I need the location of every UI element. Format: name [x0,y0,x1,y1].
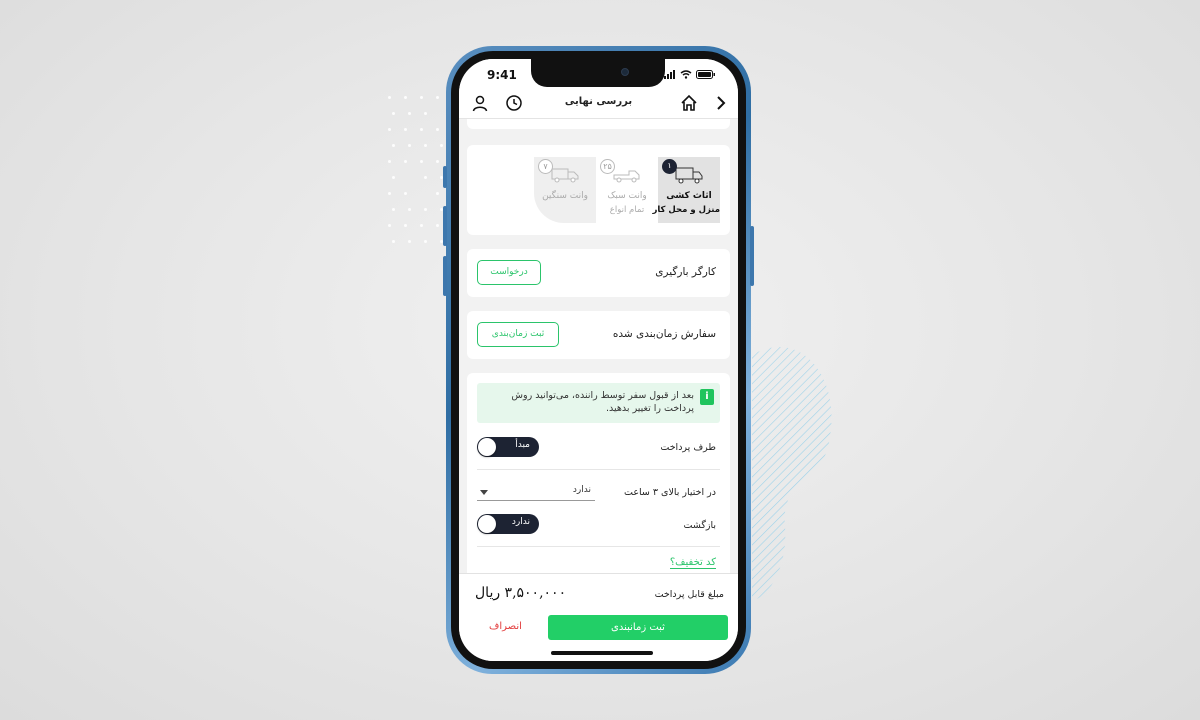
scheduled-order-card: سفارش زمان‌بندی شده ثبت زمان‌بندی [467,311,730,359]
decorative-dot [408,240,411,243]
decorative-dot [424,176,427,179]
cancel-button[interactable]: انصراف [489,621,522,632]
vehicle-title: وانت سنگین [534,191,596,201]
chevron-down-icon [480,490,488,495]
loader-worker-card: کارگر بارگیری درخواست [467,249,730,297]
payment-info-box: i بعد از قبول سفر توسط راننده، می‌توانید… [477,383,720,423]
register-schedule-button[interactable]: ثبت زمان‌بندی [477,322,559,347]
loader-worker-label: کارگر بارگیری [655,266,716,278]
payment-card: i بعد از قبول سفر توسط راننده، می‌توانید… [467,373,730,589]
decorative-dot [392,112,395,115]
app-screen: 9:41 بررسی نهایی ۱ اثاث کشی منزل و محل ک… [459,59,738,661]
decorative-dot [436,192,439,195]
signal-icon [664,70,676,79]
wifi-icon [680,70,692,79]
submit-schedule-button[interactable]: ثبت زمانبندی [548,615,728,640]
decorative-dot [392,176,395,179]
page-title: بررسی نهایی [459,96,738,107]
vehicle-subtitle: منزل و محل کار [658,205,720,215]
return-label: بازگشت [684,520,716,531]
vehicle-badge: ۷ [538,159,553,174]
divider [477,469,720,470]
decorative-dot [388,96,391,99]
vehicle-type-light-pickup[interactable]: ۲۵ وانت سبک تمام انواع [596,157,658,223]
over-3h-select[interactable]: ندارد [477,483,595,501]
decorative-dot [436,224,439,227]
vehicle-type-heavy-pickup[interactable]: ۷ وانت سنگین [534,157,596,223]
payment-side-toggle[interactable]: مبدأ [477,437,539,457]
payment-info-text: بعد از قبول سفر توسط راننده، می‌توانید ر… [483,389,694,415]
toggle-label: مبدأ [515,440,530,450]
vehicle-subtitle: تمام انواع [596,205,658,215]
decorative-dot [436,160,439,163]
decorative-dot [388,192,391,195]
decorative-dot [392,240,395,243]
home-indicator [551,651,653,655]
scheduled-order-label: سفارش زمان‌بندی شده [613,328,716,340]
decorative-dot [420,96,423,99]
return-toggle[interactable]: ندارد [477,514,539,534]
decorative-dot [404,160,407,163]
vehicle-title: وانت سبک [596,191,658,201]
decorative-dot [388,160,391,163]
notch [531,59,665,87]
pickup-truck-icon [612,165,642,185]
decorative-dot [404,96,407,99]
decorative-dot [420,160,423,163]
vehicle-badge: ۲۵ [600,159,615,174]
decorative-dot [392,144,395,147]
decorative-dot [424,144,427,147]
decorative-dot [404,128,407,131]
decorative-dot [420,224,423,227]
toggle-knob [478,438,496,456]
decorative-dot [408,144,411,147]
info-icon: i [700,389,714,405]
over-3h-label: در اختیار بالای ۳ ساعت [624,487,716,498]
heavy-truck-icon [550,165,580,185]
select-value: ندارد [573,485,591,495]
phone-mockup: 9:41 بررسی نهایی ۱ اثاث کشی منزل و محل ک… [446,46,751,674]
decorative-dot [388,224,391,227]
amount-value: ۳,۵۰۰,۰۰۰ ریال [475,585,566,601]
status-time: 9:41 [487,68,517,82]
app-header: بررسی نهایی [459,89,738,119]
divider [477,546,720,547]
decorative-dot [424,208,427,211]
decorative-dot [420,128,423,131]
decorative-striped-blob [740,336,840,606]
vehicle-type-card: ۱ اثاث کشی منزل و محل کار ۲۵ وانت سبک تم… [467,145,730,235]
decorative-dot [436,128,439,131]
camera-icon [621,68,629,76]
vehicle-badge: ۱ [662,159,677,174]
toggle-knob [478,515,496,533]
amount-label: مبلغ قابل پرداخت [655,589,724,600]
truck-icon [674,165,704,185]
decorative-dot [388,128,391,131]
decorative-dot [424,240,427,243]
clock-icon[interactable] [505,94,523,112]
decorative-dot [436,96,439,99]
decorative-dot [424,112,427,115]
decorative-dot [404,224,407,227]
user-icon[interactable] [471,94,489,112]
discount-code-link[interactable]: کد تخفیف؟ [670,557,716,569]
request-worker-button[interactable]: درخواست [477,260,541,285]
vehicle-title: اثاث کشی [658,191,720,201]
decorative-dot [404,192,407,195]
decorative-dot [408,208,411,211]
decorative-dot [440,144,443,147]
vehicle-type-furniture[interactable]: ۱ اثاث کشی منزل و محل کار [658,157,720,223]
battery-icon [696,70,716,79]
decorative-dots [388,96,448,256]
payment-side-label: طرف پرداخت [660,442,716,453]
decorative-dot [392,208,395,211]
decorative-dot [408,112,411,115]
toggle-label: ندارد [512,517,530,527]
payment-footer: مبلغ قابل پرداخت ۳,۵۰۰,۰۰۰ ریال ثبت زمان… [459,573,738,661]
